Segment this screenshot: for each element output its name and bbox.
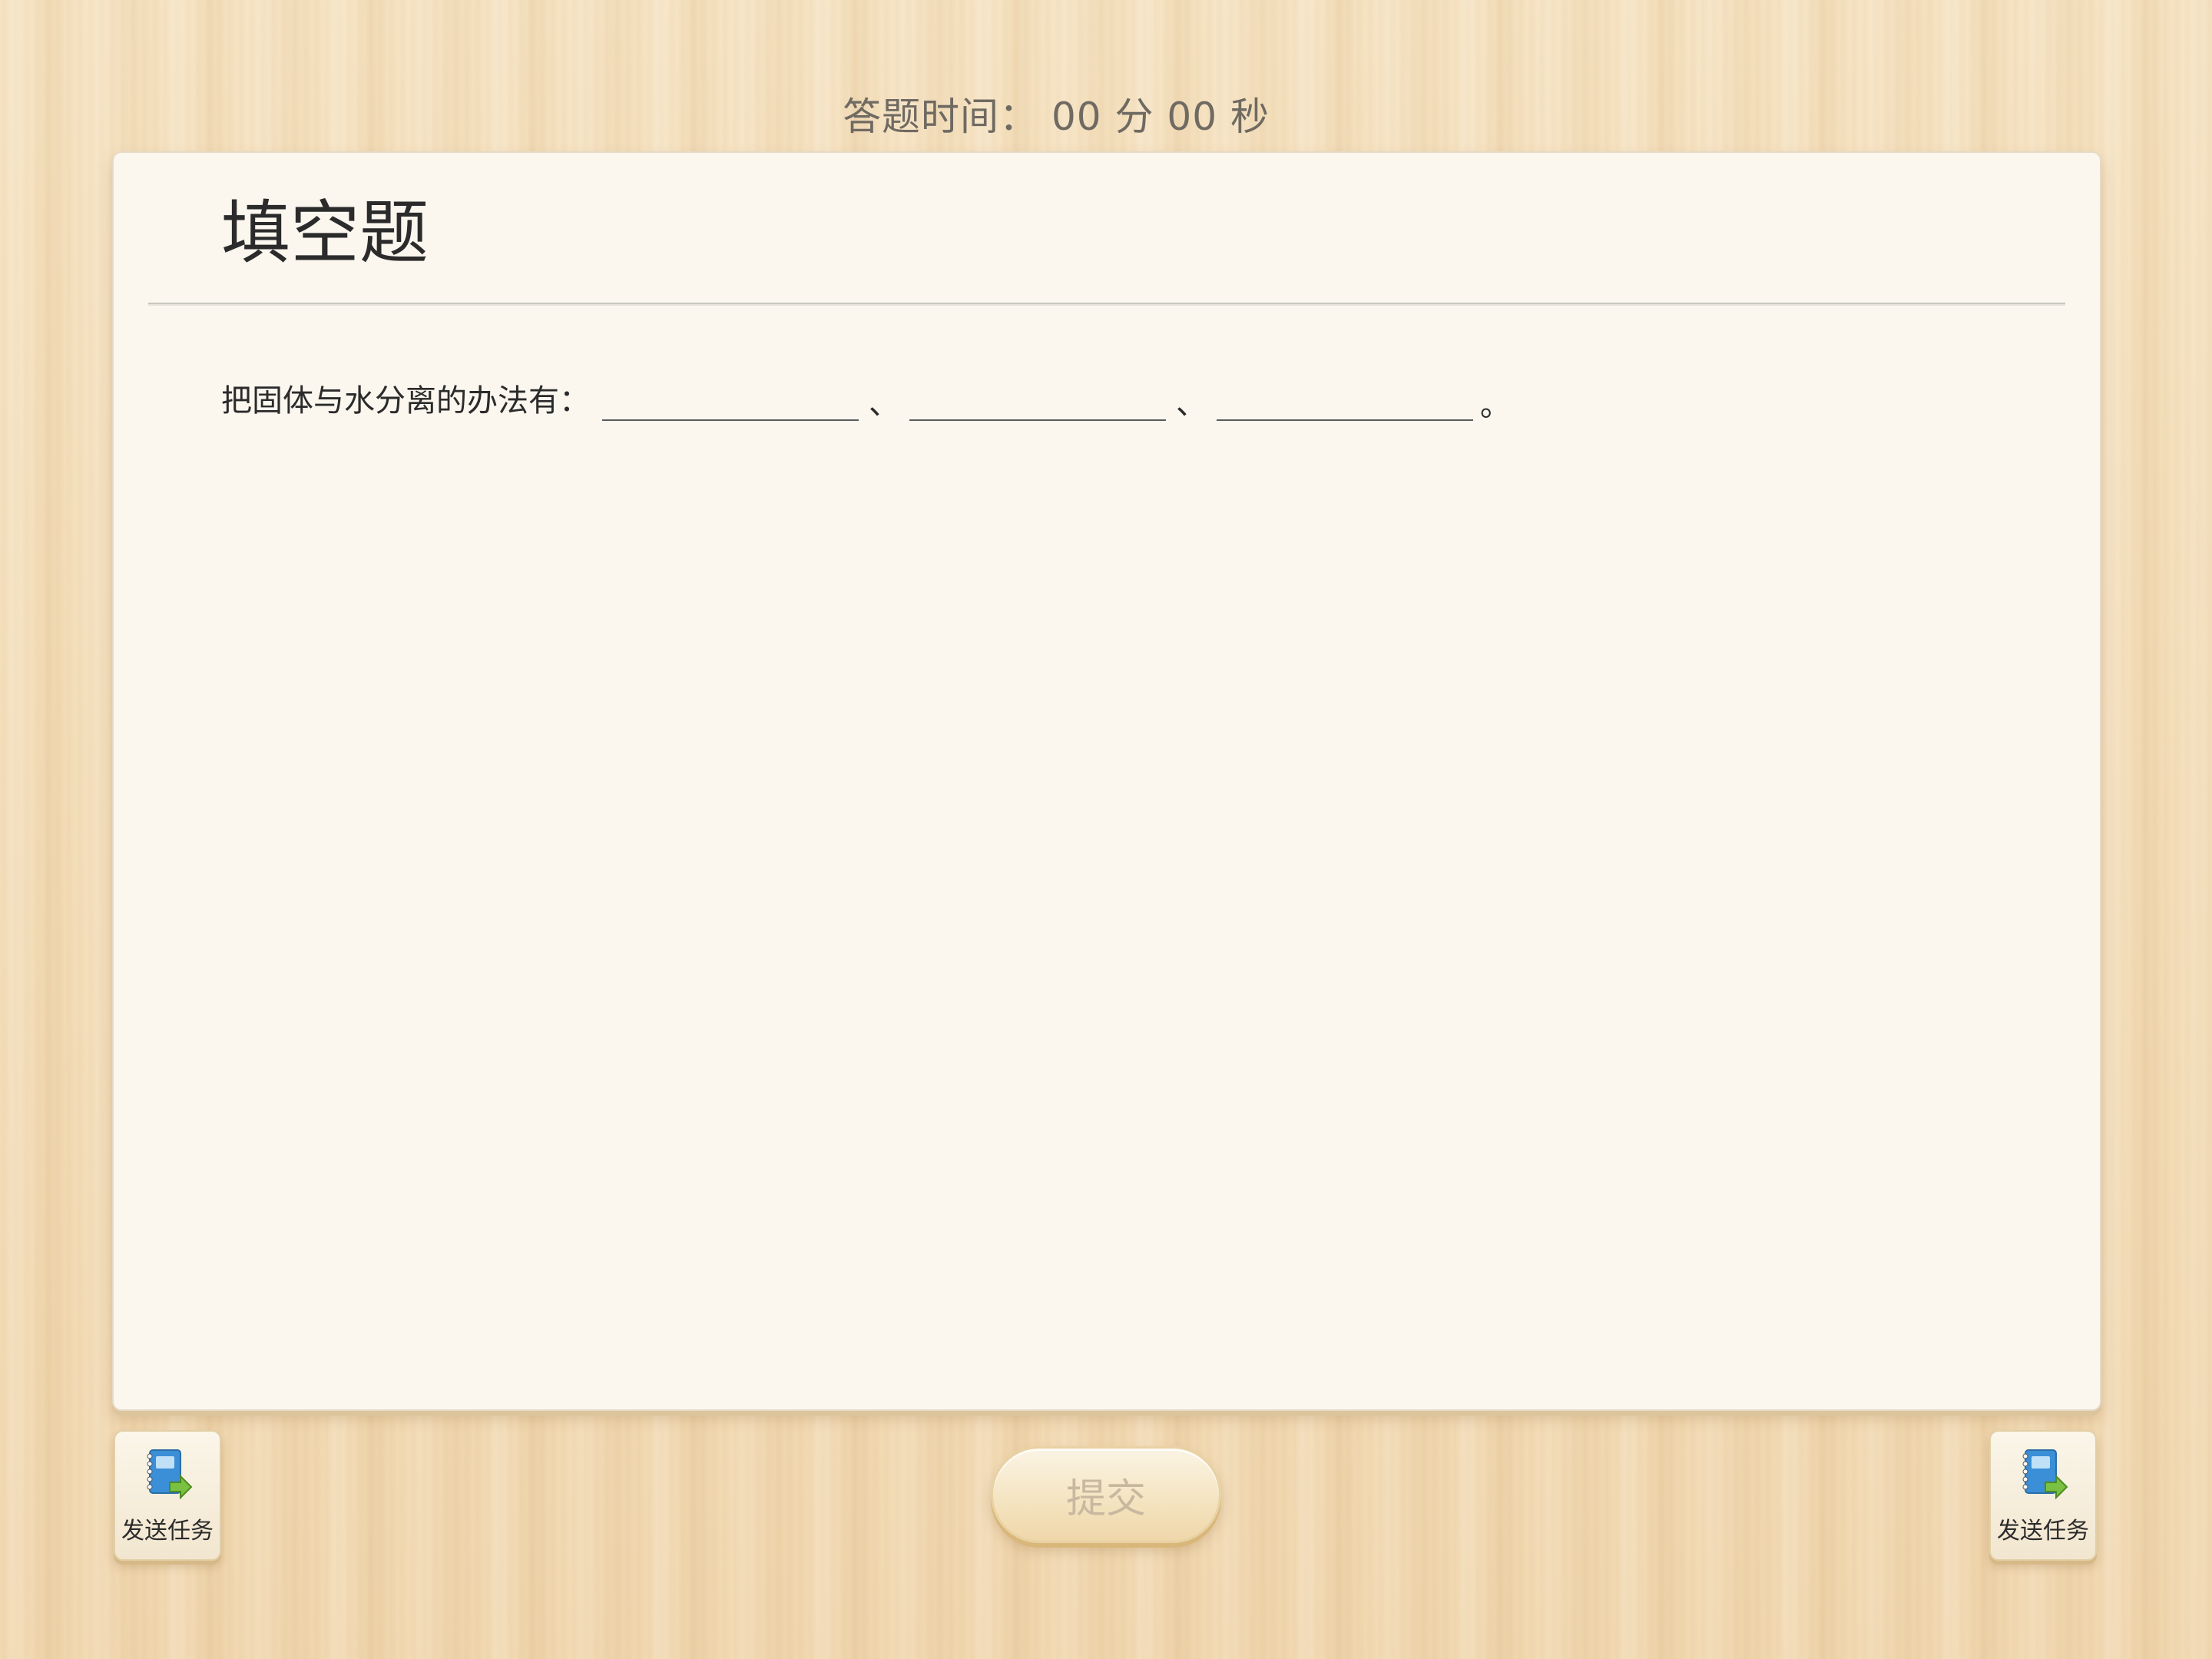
- answer-blank-1[interactable]: [602, 387, 859, 421]
- timer-label: 答题时间：: [843, 94, 1039, 139]
- answer-blank-2[interactable]: [909, 387, 1166, 421]
- fill-in-question: 把固体与水分离的办法有： 、 、 。: [221, 370, 1515, 424]
- question-type-title: 填空题: [221, 193, 429, 273]
- send-task-label-right: 发送任务: [1997, 1518, 2089, 1545]
- timer-minutes-unit: 分: [1114, 94, 1154, 139]
- timer-seconds: 00: [1167, 94, 1218, 139]
- question-end-mark: 。: [1480, 388, 1511, 423]
- answer-timer: 答题时间： 00 分 00 秒: [0, 86, 2112, 141]
- question-text: 把固体与水分离的办法有：: [221, 383, 590, 419]
- blank-separator-2: 、: [1176, 386, 1207, 422]
- timer-seconds-unit: 秒: [1230, 94, 1270, 139]
- notebook-send-icon: [147, 1449, 193, 1500]
- timer-minutes: 00: [1051, 94, 1102, 139]
- notebook-send-icon: [2022, 1449, 2068, 1500]
- send-task-label-left: 发送任务: [121, 1518, 214, 1545]
- answer-blank-3[interactable]: [1217, 387, 1473, 421]
- send-task-button-left[interactable]: 发送任务: [114, 1430, 221, 1561]
- blank-separator-1: 、: [869, 386, 899, 422]
- question-card: 填空题 把固体与水分离的办法有： 、 、 。: [112, 151, 2101, 1411]
- title-divider: [148, 303, 2065, 306]
- send-task-button-right[interactable]: 发送任务: [1989, 1430, 2097, 1561]
- submit-button[interactable]: 提交: [991, 1446, 1221, 1543]
